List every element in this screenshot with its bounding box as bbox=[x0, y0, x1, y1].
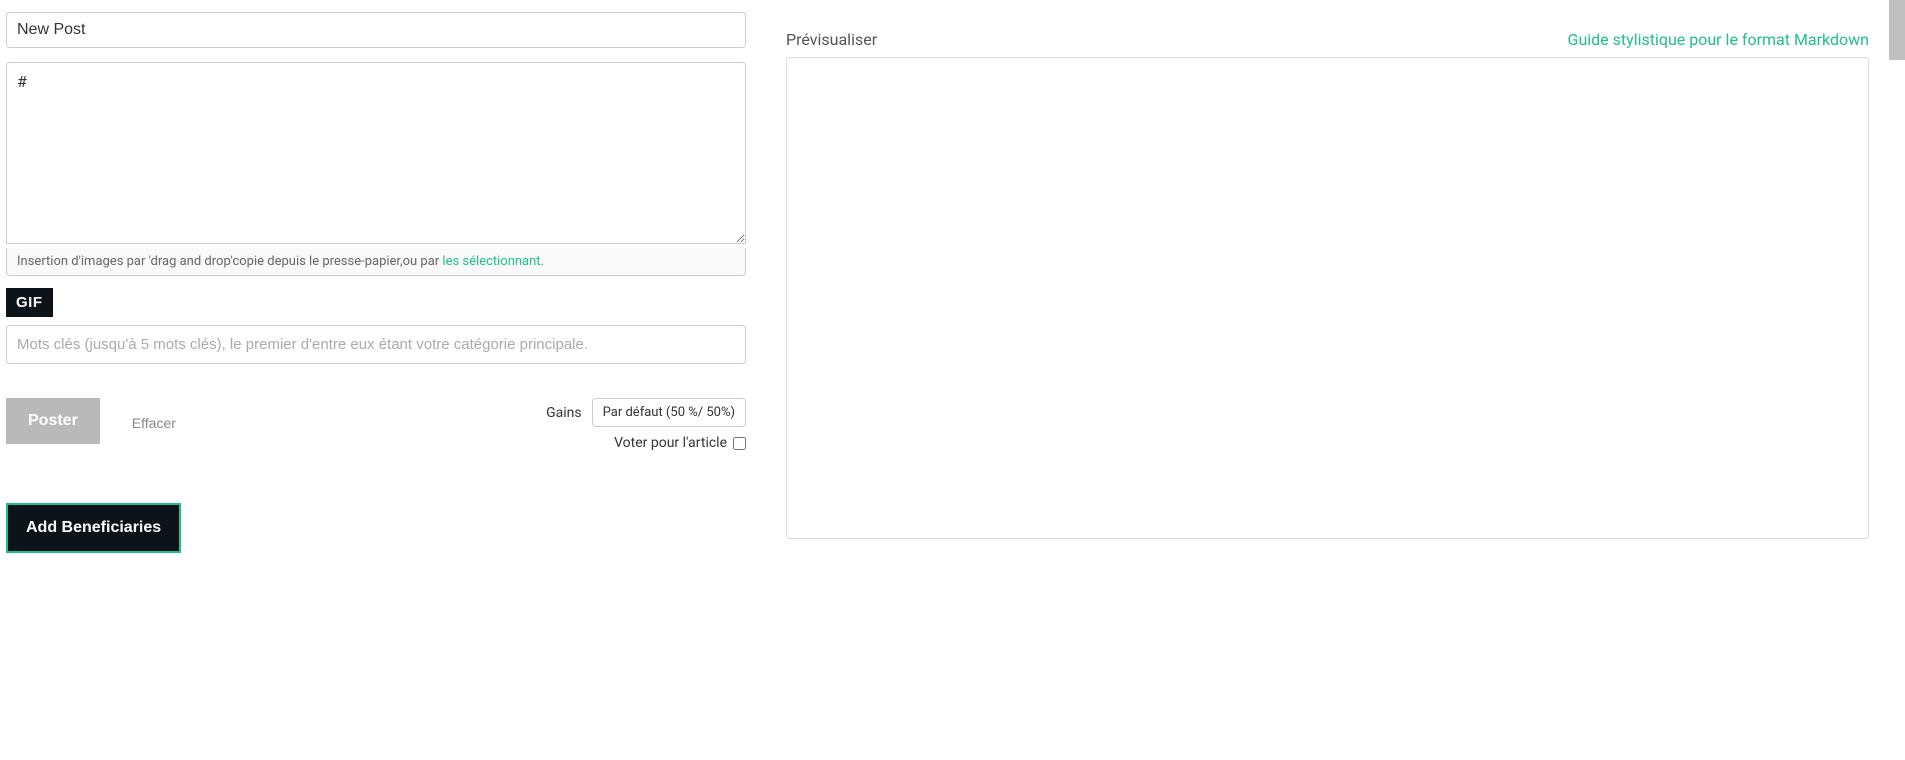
image-hint-text: Insertion d'images par 'drag and drop'co… bbox=[17, 254, 442, 269]
post-button[interactable]: Poster bbox=[6, 398, 100, 444]
vote-label: Voter pour l'article bbox=[614, 435, 727, 451]
right-actions: Gains Par défaut (50 %/ 50%) Voter pour … bbox=[546, 398, 746, 451]
preview-content bbox=[786, 57, 1869, 539]
gains-label: Gains bbox=[546, 405, 582, 421]
gains-row: Gains Par défaut (50 %/ 50%) bbox=[546, 398, 746, 427]
markdown-style-guide-link[interactable]: Guide stylistique pour le format Markdow… bbox=[1568, 30, 1869, 49]
vote-checkbox[interactable] bbox=[733, 437, 746, 450]
add-beneficiaries-button[interactable]: Add Beneficiaries bbox=[6, 503, 181, 553]
post-body-textarea[interactable]: # bbox=[6, 62, 746, 244]
post-title-input[interactable] bbox=[6, 12, 746, 48]
editor-pane: # Insertion d'images par 'drag and drop'… bbox=[6, 12, 766, 748]
tags-input[interactable] bbox=[6, 325, 746, 364]
preview-pane: Prévisualiser Guide stylistique pour le … bbox=[766, 12, 1899, 748]
preview-label: Prévisualiser bbox=[786, 30, 877, 49]
image-hint-suffix: . bbox=[541, 254, 544, 269]
image-upload-hint: Insertion d'images par 'drag and drop'co… bbox=[6, 248, 746, 276]
left-actions: Poster Effacer bbox=[6, 398, 176, 444]
preview-header: Prévisualiser Guide stylistique pour le … bbox=[786, 30, 1869, 49]
clear-button[interactable]: Effacer bbox=[132, 411, 176, 431]
vote-row: Voter pour l'article bbox=[546, 435, 746, 451]
actions-row: Poster Effacer Gains Par défaut (50 %/ 5… bbox=[6, 398, 746, 451]
image-select-link[interactable]: les sélectionnant bbox=[442, 254, 540, 269]
scrollbar-thumb[interactable] bbox=[1889, 0, 1905, 60]
gains-select[interactable]: Par défaut (50 %/ 50%) bbox=[592, 398, 746, 427]
gif-button[interactable]: GIF bbox=[6, 288, 53, 317]
